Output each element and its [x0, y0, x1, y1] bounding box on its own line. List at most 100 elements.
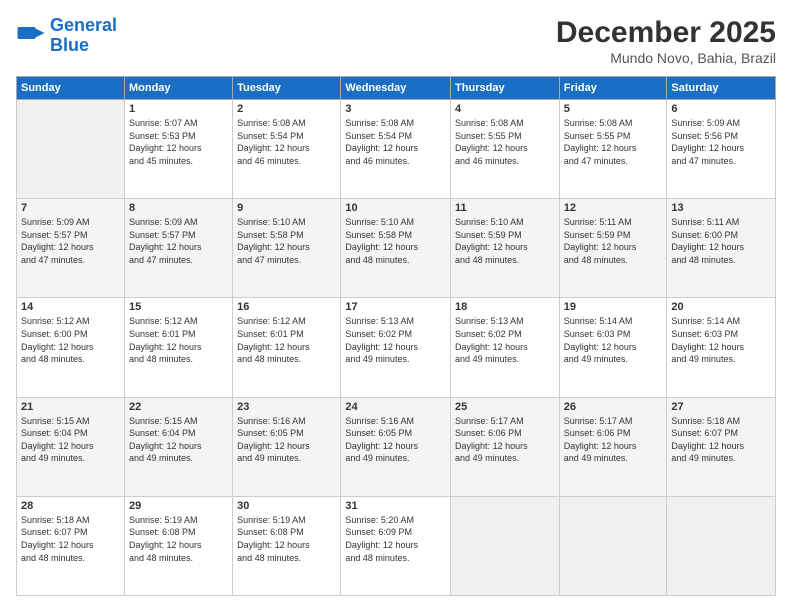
day-cell: 26Sunrise: 5:17 AM Sunset: 6:06 PM Dayli… [559, 397, 667, 496]
day-cell [667, 496, 776, 595]
day-info: Sunrise: 5:09 AM Sunset: 5:57 PM Dayligh… [129, 216, 228, 266]
weekday-header-row: SundayMondayTuesdayWednesdayThursdayFrid… [17, 77, 776, 100]
day-cell: 9Sunrise: 5:10 AM Sunset: 5:58 PM Daylig… [233, 199, 341, 298]
day-number: 5 [564, 103, 663, 115]
day-number: 22 [129, 401, 228, 413]
weekday-saturday: Saturday [667, 77, 776, 100]
day-info: Sunrise: 5:16 AM Sunset: 6:05 PM Dayligh… [345, 415, 446, 465]
day-info: Sunrise: 5:17 AM Sunset: 6:06 PM Dayligh… [455, 415, 555, 465]
day-cell: 17 Sunrise: 5:13 AM Sunset: 6:02 PM Dayli… [341, 298, 451, 397]
day-cell: 6 Sunrise: 5:09 AM Sunset: 5:56 PM Daylig… [667, 100, 776, 199]
weekday-monday: Monday [124, 77, 232, 100]
day-cell: 25 Sunrise: 5:17 AM Sunset: 6:06 PM Dayli… [451, 397, 560, 496]
day-info: Sunrise: 5:15 AM Sunset: 6:04 PM Dayligh… [21, 415, 120, 465]
day-info: Sunrise: 5:09 AM Sunset: 5:57 PM Dayligh… [21, 216, 120, 266]
day-cell: 31 Sunrise: 5:20 AM Sunset: 6:09 PM Dayli… [341, 496, 451, 595]
calendar-table: SundayMondayTuesdayWednesdayThursdayFrid… [16, 76, 776, 596]
day-cell: 14Sunrise: 5:12 AM Sunset: 6:00 PM Dayli… [17, 298, 125, 397]
day-cell: 7 Sunrise: 5:09 AM Sunset: 5:57 PM Daylig… [17, 199, 125, 298]
day-number: 28 [21, 500, 120, 512]
day-number: 19 [564, 301, 663, 313]
weekday-thursday: Thursday [451, 77, 560, 100]
day-info: Sunrise: 5:18 AM Sunset: 6:07 PM Dayligh… [21, 514, 120, 564]
day-number: 25 [455, 401, 555, 413]
page: General Blue December 2025 Mundo Novo, B… [0, 0, 792, 612]
day-info: Sunrise: 5:13 AM Sunset: 6:02 PM Dayligh… [345, 315, 446, 365]
day-cell [451, 496, 560, 595]
day-number: 2 [237, 103, 336, 115]
day-cell [17, 100, 125, 199]
day-number: 15 [129, 301, 228, 313]
day-number: 31 [345, 500, 446, 512]
day-number: 27 [671, 401, 771, 413]
weekday-tuesday: Tuesday [233, 77, 341, 100]
day-number: 1 [129, 103, 228, 115]
month-title: December 2025 [556, 16, 776, 50]
header: General Blue December 2025 Mundo Novo, B… [16, 16, 776, 66]
day-cell: 12Sunrise: 5:11 AM Sunset: 5:59 PM Dayli… [559, 199, 667, 298]
day-number: 17 [345, 301, 446, 313]
day-cell: 19 Sunrise: 5:14 AM Sunset: 6:03 PM Dayli… [559, 298, 667, 397]
day-cell: 21 Sunrise: 5:15 AM Sunset: 6:04 PM Dayli… [17, 397, 125, 496]
day-info: Sunrise: 5:18 AM Sunset: 6:07 PM Dayligh… [671, 415, 771, 465]
day-number: 26 [564, 401, 663, 413]
day-number: 21 [21, 401, 120, 413]
title-block: December 2025 Mundo Novo, Bahia, Brazil [556, 16, 776, 66]
day-number: 3 [345, 103, 446, 115]
day-info: Sunrise: 5:09 AM Sunset: 5:56 PM Dayligh… [671, 117, 771, 167]
day-number: 7 [21, 202, 120, 214]
day-number: 24 [345, 401, 446, 413]
day-info: Sunrise: 5:10 AM Sunset: 5:59 PM Dayligh… [455, 216, 555, 266]
day-cell: 20 Sunrise: 5:14 AM Sunset: 6:03 PM Dayli… [667, 298, 776, 397]
day-cell: 30Sunrise: 5:19 AM Sunset: 6:08 PM Dayli… [233, 496, 341, 595]
logo: General Blue [16, 16, 117, 56]
day-info: Sunrise: 5:10 AM Sunset: 5:58 PM Dayligh… [237, 216, 336, 266]
day-cell: 5 Sunrise: 5:08 AM Sunset: 5:55 PM Daylig… [559, 100, 667, 199]
day-cell: 8 Sunrise: 5:09 AM Sunset: 5:57 PM Daylig… [124, 199, 232, 298]
day-number: 14 [21, 301, 120, 313]
day-number: 6 [671, 103, 771, 115]
day-info: Sunrise: 5:20 AM Sunset: 6:09 PM Dayligh… [345, 514, 446, 564]
day-number: 11 [455, 202, 555, 214]
day-cell: 27 Sunrise: 5:18 AM Sunset: 6:07 PM Dayli… [667, 397, 776, 496]
day-number: 20 [671, 301, 771, 313]
day-info: Sunrise: 5:19 AM Sunset: 6:08 PM Dayligh… [237, 514, 336, 564]
day-cell [559, 496, 667, 595]
day-info: Sunrise: 5:08 AM Sunset: 5:54 PM Dayligh… [345, 117, 446, 167]
day-number: 18 [455, 301, 555, 313]
day-number: 13 [671, 202, 771, 214]
week-row-5: 28 Sunrise: 5:18 AM Sunset: 6:07 PM Dayli… [17, 496, 776, 595]
day-info: Sunrise: 5:11 AM Sunset: 5:59 PM Dayligh… [564, 216, 663, 266]
day-number: 23 [237, 401, 336, 413]
day-info: Sunrise: 5:13 AM Sunset: 6:02 PM Dayligh… [455, 315, 555, 365]
weekday-wednesday: Wednesday [341, 77, 451, 100]
day-number: 4 [455, 103, 555, 115]
day-info: Sunrise: 5:14 AM Sunset: 6:03 PM Dayligh… [671, 315, 771, 365]
day-info: Sunrise: 5:19 AM Sunset: 6:08 PM Dayligh… [129, 514, 228, 564]
day-cell: 3 Sunrise: 5:08 AM Sunset: 5:54 PM Daylig… [341, 100, 451, 199]
day-cell: 4 Sunrise: 5:08 AM Sunset: 5:55 PM Daylig… [451, 100, 560, 199]
logo-icon [16, 21, 46, 51]
week-row-3: 14Sunrise: 5:12 AM Sunset: 6:00 PM Dayli… [17, 298, 776, 397]
day-number: 10 [345, 202, 446, 214]
logo-text: General Blue [50, 16, 117, 56]
day-info: Sunrise: 5:11 AM Sunset: 6:00 PM Dayligh… [671, 216, 771, 266]
day-info: Sunrise: 5:14 AM Sunset: 6:03 PM Dayligh… [564, 315, 663, 365]
logo-general: General [50, 15, 117, 35]
day-info: Sunrise: 5:15 AM Sunset: 6:04 PM Dayligh… [129, 415, 228, 465]
day-info: Sunrise: 5:16 AM Sunset: 6:05 PM Dayligh… [237, 415, 336, 465]
day-cell: 22 Sunrise: 5:15 AM Sunset: 6:04 PM Dayli… [124, 397, 232, 496]
day-cell: 13 Sunrise: 5:11 AM Sunset: 6:00 PM Dayli… [667, 199, 776, 298]
day-number: 8 [129, 202, 228, 214]
day-info: Sunrise: 5:12 AM Sunset: 6:01 PM Dayligh… [129, 315, 228, 365]
day-cell: 23 Sunrise: 5:16 AM Sunset: 6:05 PM Dayli… [233, 397, 341, 496]
day-info: Sunrise: 5:07 AM Sunset: 5:53 PM Dayligh… [129, 117, 228, 167]
day-cell: 2Sunrise: 5:08 AM Sunset: 5:54 PM Daylig… [233, 100, 341, 199]
day-cell: 11 Sunrise: 5:10 AM Sunset: 5:59 PM Dayli… [451, 199, 560, 298]
weekday-friday: Friday [559, 77, 667, 100]
weekday-sunday: Sunday [17, 77, 125, 100]
day-info: Sunrise: 5:10 AM Sunset: 5:58 PM Dayligh… [345, 216, 446, 266]
day-info: Sunrise: 5:08 AM Sunset: 5:55 PM Dayligh… [455, 117, 555, 167]
day-info: Sunrise: 5:08 AM Sunset: 5:55 PM Dayligh… [564, 117, 663, 167]
week-row-2: 7 Sunrise: 5:09 AM Sunset: 5:57 PM Daylig… [17, 199, 776, 298]
